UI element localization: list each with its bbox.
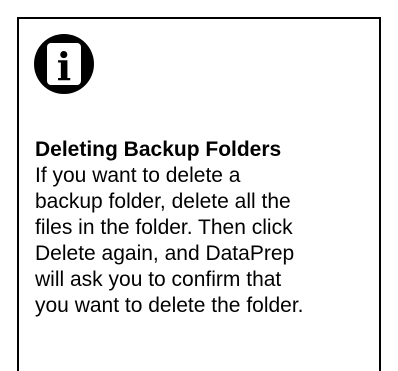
info-icon: i [34,34,94,94]
note-body-line: will ask you to confirm that [35,268,282,291]
note-body-line: backup folder, delete all the [35,190,291,213]
note-body: If you want to delete a backup folder, d… [35,163,375,319]
note-body-line: files in the folder. Then click [35,216,293,239]
note-body-line: Delete again, and DataPrep [35,242,295,265]
note-title: Deleting Backup Folders [35,138,282,161]
info-note-box: i Deleting Backup Folders If you want to… [17,17,381,371]
note-body-line: If you want to delete a [35,164,241,187]
info-icon-glyph: i [57,44,71,89]
note-body-line: you want to delete the folder. [35,294,304,317]
